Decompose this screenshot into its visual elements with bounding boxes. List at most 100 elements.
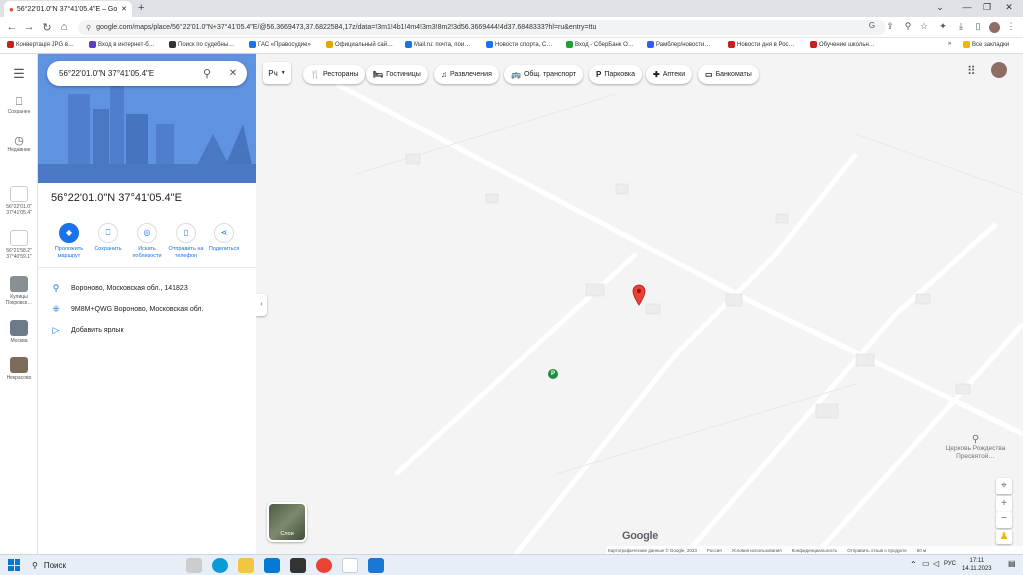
notifications-icon[interactable]: ▤ [1008,559,1016,568]
forward-icon[interactable]: → [23,21,35,33]
map-canvas[interactable]: ‹ Рч ▼ 🍴 Рестораны 🛏 Гостиницы ♫ Развлечения… [256,54,1023,554]
windows-start-icon[interactable] [8,559,20,571]
scale-label[interactable]: 50 м [917,548,926,553]
more-bookmarks-icon[interactable]: » [948,41,951,47]
bookmark[interactable]: Новости спорта, С… [486,41,552,48]
extensions-icon[interactable]: ✦ [937,21,949,32]
history-icon: ◷ [14,135,24,147]
tab-search-icon[interactable]: ⌄ [933,2,947,13]
sidepanel-icon[interactable]: ▯ [972,21,984,32]
rail-history-item[interactable]: 56°21'58.2" 37°40'59.1" [0,230,38,260]
new-tab-button[interactable]: + [138,2,144,14]
plus-code-row[interactable]: ⁜ 9M8M+QWG Вороново, Московская обл. [51,304,203,315]
bookmark[interactable]: Вход в интернет-б… [89,41,155,48]
chrome-icon[interactable] [316,558,332,573]
chip-transit[interactable]: 🚌 Общ. транспорт [504,65,584,84]
back-icon[interactable]: ← [6,21,18,33]
network-icon[interactable]: ▭ [922,559,930,568]
rail-history-item[interactable]: Некрасово [0,357,38,381]
bookmark[interactable]: Рамблер/новости… [647,41,710,48]
zoom-in-button[interactable]: + [996,496,1012,512]
search-box[interactable]: 56°22'01.0"N 37°41'05.4"E ⚲ ✕ [47,61,247,86]
restore-button[interactable]: ❐ [980,2,994,13]
menu-icon[interactable]: ☰ [0,66,38,82]
folder-icon [963,41,970,48]
feedback-link[interactable]: Отправить отзыв о продукте [847,548,906,553]
chip-entertainment[interactable]: ♫ Развлечения [434,65,499,84]
profile-avatar[interactable] [989,22,1000,33]
reload-icon[interactable]: ↻ [41,21,53,34]
all-bookmarks-button[interactable]: Все закладки [963,41,1009,48]
zoom-icon[interactable]: ⚲ [902,21,914,32]
pegman-icon[interactable]: ♟ [996,530,1012,544]
close-window-button[interactable]: ✕ [1002,2,1016,13]
yandex-icon[interactable] [342,558,358,573]
church-poi[interactable]: ⚲ Церковь Рождества Пресвятой… [928,434,1023,461]
bookmark[interactable]: Официальный сай… [326,41,393,48]
bookmark[interactable]: Вход - СберБанк О… [566,41,634,48]
location-pin-icon: ⚲ [52,283,60,293]
my-location-button[interactable]: ⌖ [996,478,1012,494]
rail-history-item[interactable]: 56°22'01.0" 37°41'05.4" [0,186,38,216]
send-to-phone-button[interactable]: ▯ Отправить на телефон [166,223,206,260]
add-label-row[interactable]: ▷ Добавить ярлык [51,325,124,336]
search-input[interactable]: 56°22'01.0"N 37°41'05.4"E [59,69,195,78]
share-button[interactable]: ⋖ Поделиться [204,223,244,253]
bookmark[interactable]: ГАС «Правосудие» [249,41,311,48]
browser-menu-icon[interactable]: ⋮ [1005,21,1017,32]
account-avatar[interactable] [991,62,1007,78]
map-type-button[interactable]: Рч ▼ [263,62,291,84]
home-icon[interactable]: ⌂ [58,21,70,33]
chip-hotels[interactable]: 🛏 Гостиницы [366,65,428,84]
country-link[interactable]: Россия [707,548,722,553]
translate-icon[interactable]: G [866,21,878,30]
divider [38,267,256,268]
tray-up-icon[interactable]: ⌃ [910,560,917,569]
bookmark[interactable]: Mail.ru: почта, пои… [405,41,470,48]
language-indicator[interactable]: РУС [944,561,956,567]
volume-icon[interactable]: ◁ [933,559,939,568]
site-info-icon[interactable]: ⚲ [86,24,91,32]
address-row[interactable]: ⚲ Вороново, Московская обл., 141823 [51,283,188,294]
zoom-out-button[interactable]: − [996,512,1012,528]
explorer-icon[interactable] [238,558,254,573]
mail-icon[interactable] [264,558,280,573]
apps-grid-icon[interactable]: ⠿ [967,64,976,78]
download-icon[interactable]: ⤓ [955,21,967,32]
app-icon[interactable] [368,558,384,573]
bookmark-favicon [566,41,573,48]
share-icon[interactable]: ⇪ [884,21,896,32]
edge-icon[interactable] [212,558,228,573]
collapse-panel-button[interactable]: ‹ [256,294,267,316]
terms-link[interactable]: Условия использования [732,548,782,553]
parking-poi-icon[interactable]: P [548,369,558,379]
task-view-icon[interactable] [186,558,202,573]
layers-button[interactable]: Слои [267,502,307,542]
rail-recent[interactable]: ◷ Недавние [0,134,38,153]
rail-history-item[interactable]: Кулицы Покровск… [0,276,38,306]
clock[interactable]: 17:11 14.11.2023 [962,557,992,573]
directions-button[interactable]: ◆ Проложить маршрут [49,223,89,260]
chip-atms[interactable]: ▭ Банкоматы [698,65,759,84]
bookmark[interactable]: Новости дня в Рос… [728,41,795,48]
bookmark-star-icon[interactable]: ☆ [918,21,930,32]
red-map-pin-icon[interactable] [632,284,646,306]
browser-tab[interactable]: ● 56°22'01.0"N 37°41'05.4"E – Go ✕ [4,1,132,17]
minimize-button[interactable]: — [960,2,974,12]
rail-saved[interactable]: ⎕ Сохранен [0,96,38,115]
privacy-link[interactable]: Конфиденциальность [792,548,838,553]
search-icon[interactable]: ⚲ [195,67,219,80]
nearby-button[interactable]: ◎ Искать поблизости [127,223,167,260]
chip-parking[interactable]: P Парковка [589,65,643,84]
save-button[interactable]: ⎕ Сохранить [88,223,128,253]
bookmark[interactable]: Обучение школьн… [810,41,875,48]
store-icon[interactable] [290,558,306,573]
close-tab-icon[interactable]: ✕ [121,5,127,13]
chip-pharmacies[interactable]: ✚ Аптеки [646,65,693,84]
clear-search-icon[interactable]: ✕ [219,68,247,79]
bookmark[interactable]: Поиск по судебны… [169,41,234,48]
chip-restaurants[interactable]: 🍴 Рестораны [303,65,366,84]
rail-history-item[interactable]: Москва [0,320,38,344]
url-field[interactable]: ⚲ google.com/maps/place/56°22'01.0"N+37°… [78,20,886,35]
bookmark[interactable]: Конвертація JPG в… [7,41,74,48]
